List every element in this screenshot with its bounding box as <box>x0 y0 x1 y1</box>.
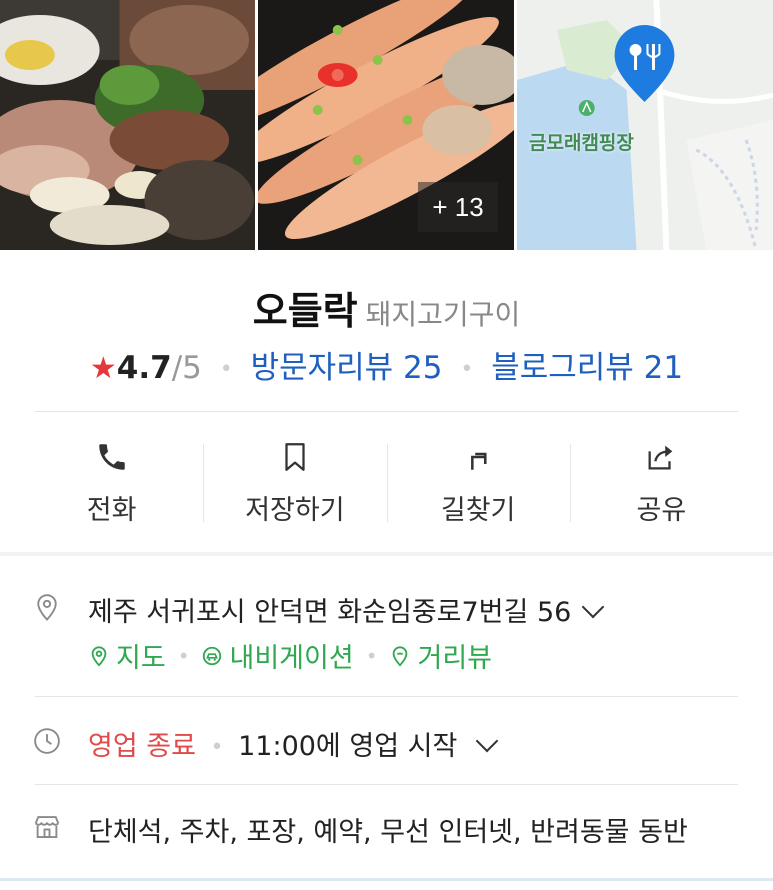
navigation-link-label: 내비게이션 <box>229 643 354 674</box>
directions-button[interactable]: 길찾기 <box>386 430 570 535</box>
separator-dot: • <box>365 643 378 668</box>
hours-row[interactable]: 영업 종료 • 11:00에 영업 시작 <box>88 724 499 763</box>
call-label: 전화 <box>86 495 137 526</box>
location-pin-icon <box>37 594 57 621</box>
title-row: 오들락 돼지고기구이 <box>0 280 773 335</box>
separator-dot: • <box>177 643 190 668</box>
divider <box>35 784 738 785</box>
share-label: 공유 <box>636 495 687 526</box>
amenities-text: 단체석, 주차, 포장, 예약, 무선 인터넷, 반려동물 동반 <box>88 817 688 848</box>
chevron-down-icon <box>581 595 605 619</box>
street-view-icon <box>393 645 408 666</box>
address-links: 지도 • 내비게이션 • 거리뷰 <box>88 636 492 675</box>
call-button[interactable]: 전화 <box>20 430 203 535</box>
address-row[interactable]: 제주 서귀포시 안덕면 화순임중로7번길 56 <box>88 590 605 629</box>
chevron-down-icon <box>475 729 499 753</box>
map-image <box>517 0 773 250</box>
rating-max: /5 <box>171 350 202 386</box>
star-icon: ★ <box>89 351 117 386</box>
address-text: 제주 서귀포시 안덕면 화순임중로7번길 56 <box>88 597 572 628</box>
street-view-link-label: 거리뷰 <box>417 643 493 674</box>
business-status: 영업 종료 <box>88 731 196 762</box>
save-label: 저장하기 <box>245 495 345 526</box>
rating-value: 4.7 <box>116 350 172 386</box>
car-icon <box>203 646 222 665</box>
photo-grilled-pork[interactable] <box>0 0 255 250</box>
place-category: 돼지고기구이 <box>365 298 521 331</box>
street-view-link[interactable]: 거리뷰 <box>389 636 492 675</box>
opening-time: 11:00에 영업 시작 <box>238 731 458 762</box>
separator-dot: • <box>460 357 474 382</box>
blog-reviews-link[interactable]: 블로그리뷰 21 <box>491 350 683 386</box>
place-name: 오들락 <box>252 289 358 333</box>
action-bar: 전화 저장하기 길찾기 공유 <box>20 430 753 535</box>
navigation-link[interactable]: 내비게이션 <box>201 636 354 675</box>
section-separator <box>0 552 773 556</box>
divider <box>35 696 738 697</box>
share-button[interactable]: 공유 <box>569 430 753 535</box>
map-link-label: 지도 <box>116 643 166 674</box>
separator-dot: • <box>210 735 224 760</box>
phone-icon <box>98 444 125 470</box>
bookmark-icon <box>285 443 305 471</box>
bottom-border <box>0 878 773 881</box>
separator-dot: • <box>219 357 233 382</box>
map-poi-label: 금모래캠핑장 <box>529 132 634 154</box>
visitor-reviews-link[interactable]: 방문자리뷰 25 <box>251 350 443 386</box>
grilled-pork-image <box>0 0 255 250</box>
map-pin-icon <box>91 645 107 666</box>
directions-label: 길찾기 <box>440 495 516 526</box>
clock-icon <box>34 728 60 754</box>
share-icon <box>648 445 673 470</box>
map-link[interactable]: 지도 <box>88 636 166 675</box>
more-photos-badge[interactable]: + 13 <box>418 182 498 232</box>
save-button[interactable]: 저장하기 <box>203 430 386 535</box>
directions-icon <box>471 452 487 470</box>
rating-row: ★4.7/5 • 방문자리뷰 25 • 블로그리뷰 21 <box>0 342 773 387</box>
store-icon <box>34 816 60 838</box>
photo-strip: + 13 금모래캠핑장 <box>0 0 773 250</box>
map-thumbnail[interactable]: 금모래캠핑장 <box>517 0 773 250</box>
divider <box>35 411 738 412</box>
photo-shrimp[interactable]: + 13 <box>258 0 514 250</box>
